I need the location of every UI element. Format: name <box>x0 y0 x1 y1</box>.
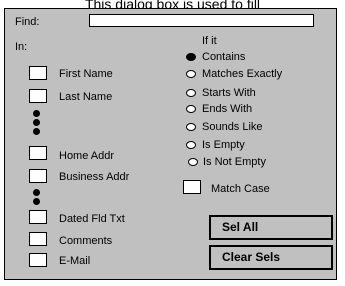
field-label: Home Addr <box>59 150 115 162</box>
ellipsis-dot <box>33 119 40 126</box>
field-checkbox[interactable] <box>29 210 47 224</box>
match-case-label: Match Case <box>211 183 270 195</box>
condition-radio[interactable] <box>186 89 196 97</box>
field-label: Last Name <box>59 91 113 103</box>
field-checkbox[interactable] <box>29 253 47 267</box>
if-label: If it <box>202 35 217 47</box>
field-label: Comments <box>59 235 113 247</box>
field-label: First Name <box>59 68 113 80</box>
field-checkbox[interactable] <box>29 169 47 183</box>
find-input[interactable] <box>89 14 314 27</box>
condition-label: Sounds Like <box>202 121 263 133</box>
condition-label: Ends With <box>202 103 253 115</box>
find-label: Find: <box>15 16 40 28</box>
ellipsis-dot <box>33 110 40 117</box>
condition-radio[interactable] <box>186 70 196 78</box>
field-checkbox[interactable] <box>29 146 47 160</box>
clear-sels-button[interactable]: Clear Sels <box>209 245 333 270</box>
condition-radio[interactable] <box>186 105 196 113</box>
field-checkbox[interactable] <box>29 66 47 80</box>
field-label: E-Mail <box>59 255 91 267</box>
condition-label: Is Not Empty <box>203 156 266 168</box>
field-checkbox[interactable] <box>29 89 47 103</box>
condition-label: Starts With <box>202 87 256 99</box>
condition-radio[interactable] <box>186 141 196 149</box>
condition-radio[interactable] <box>186 123 196 131</box>
condition-radio[interactable] <box>188 158 198 166</box>
field-label: Dated Fld Txt <box>59 213 125 225</box>
condition-label: Matches Exactly <box>202 68 283 80</box>
sel-all-button[interactable]: Sel All <box>209 215 333 240</box>
find-dialog: Find: In: If it First Name Last Name Hom… <box>4 8 337 280</box>
ellipsis-dot <box>33 128 40 135</box>
in-label: In: <box>15 41 28 53</box>
ellipsis-dot <box>33 198 40 205</box>
condition-radio-selected[interactable] <box>186 53 196 61</box>
field-checkbox[interactable] <box>29 232 47 246</box>
match-case-checkbox[interactable] <box>183 180 201 194</box>
condition-label: Contains <box>202 51 246 63</box>
ellipsis-dot <box>33 189 40 196</box>
condition-label: Is Empty <box>202 139 245 151</box>
field-label: Business Addr <box>59 171 130 183</box>
